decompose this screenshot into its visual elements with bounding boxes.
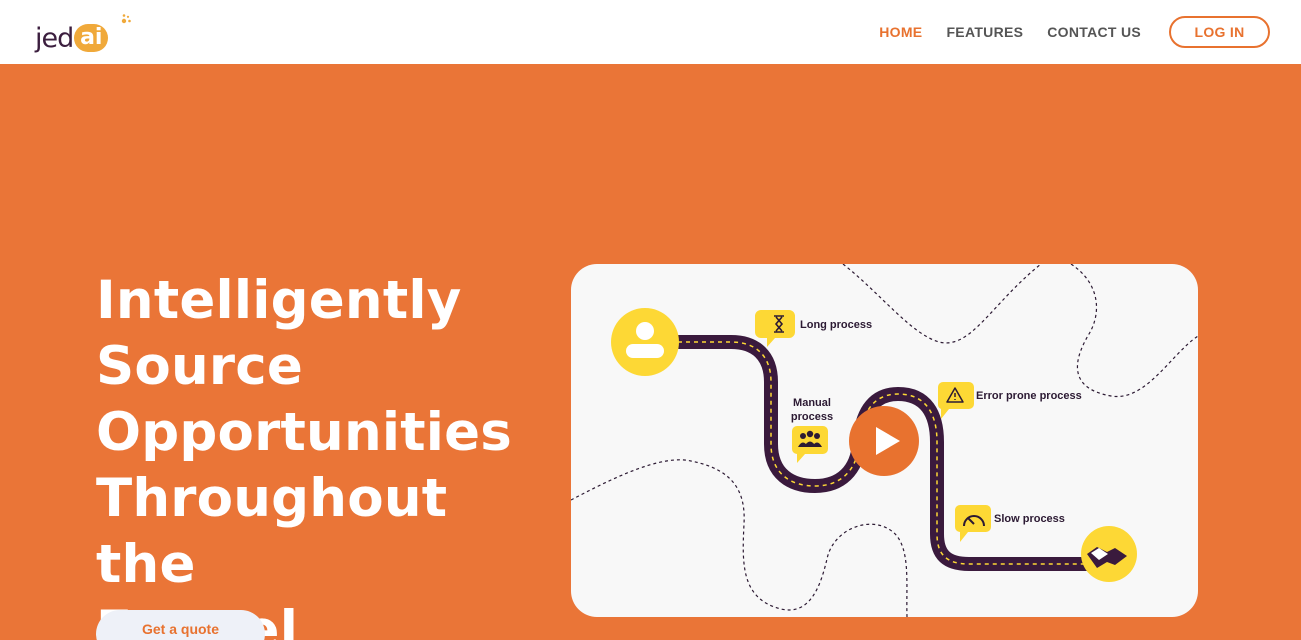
speedometer-icon xyxy=(955,505,991,542)
hero-title-line: Intelligently xyxy=(96,270,462,331)
play-icon[interactable] xyxy=(848,405,920,477)
login-button[interactable]: LOG IN xyxy=(1169,16,1270,48)
logo-accent-badge: ai xyxy=(74,24,109,52)
video-thumbnail-card[interactable]: Long process Manual process Error prone … xyxy=(571,264,1198,617)
nav-link-contact-us[interactable]: CONTACT US xyxy=(1047,24,1141,40)
hero-title: Intelligently Source Opportunities Throu… xyxy=(96,268,546,640)
label-manual-process-line2: process xyxy=(791,411,833,423)
team-icon xyxy=(792,426,828,463)
hero-title-line: Source xyxy=(96,336,304,397)
hero-title-line: Opportunities xyxy=(96,402,513,463)
user-icon xyxy=(611,308,679,376)
label-slow-process: Slow process xyxy=(994,513,1065,525)
top-navbar: jed ai HOME FEATURES CONTACT US LOG IN xyxy=(0,0,1301,64)
logo-sparkle-icon xyxy=(121,14,131,24)
get-a-quote-button[interactable]: Get a quote xyxy=(96,610,265,640)
nav-link-features[interactable]: FEATURES xyxy=(946,24,1023,40)
brand-logo[interactable]: jed ai xyxy=(35,12,131,54)
hourglass-icon xyxy=(755,310,795,347)
hero-title-line: Throughout the xyxy=(96,468,448,595)
label-error-prone-process: Error prone process xyxy=(976,390,1082,402)
main-nav: HOME FEATURES CONTACT US LOG IN xyxy=(855,16,1270,48)
handshake-icon xyxy=(1081,526,1137,582)
label-long-process: Long process xyxy=(800,319,872,331)
logo-wordmark: jed xyxy=(35,23,74,54)
nav-link-home[interactable]: HOME xyxy=(879,24,922,40)
warning-icon xyxy=(937,382,974,419)
label-manual-process-line1: Manual xyxy=(793,397,831,409)
